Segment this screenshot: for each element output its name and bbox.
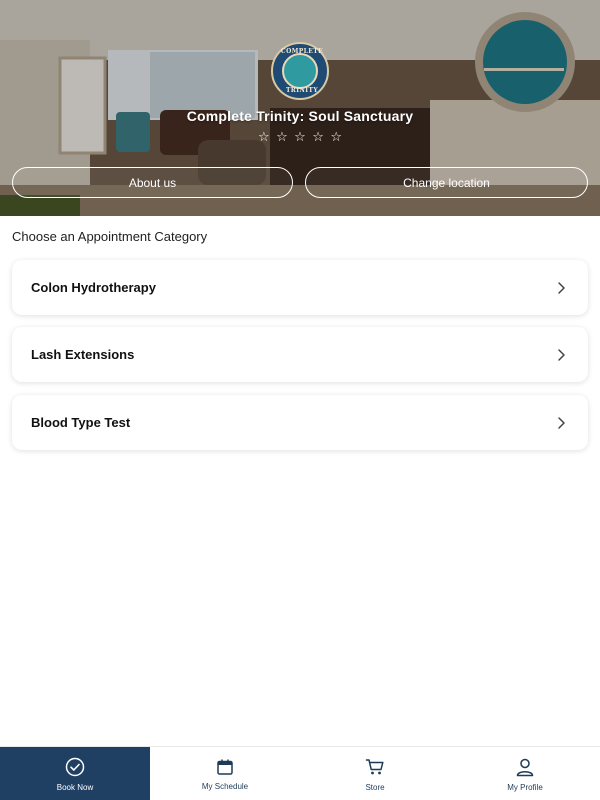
nav-my-schedule[interactable]: My Schedule (150, 747, 300, 800)
star-outline-icon: ☆ (294, 130, 306, 145)
bottom-navigation: Book Now My Schedule Store My Profile (0, 746, 600, 800)
cart-icon (365, 758, 384, 774)
nav-book-now[interactable]: Book Now (0, 747, 150, 800)
category-card-colon-hydrotherapy[interactable]: Colon Hydrotherapy (12, 260, 588, 315)
logo-emblem (282, 53, 318, 89)
logo-text-bottom: TRINITY (285, 87, 319, 94)
star-outline-icon: ☆ (330, 130, 343, 145)
nav-my-profile[interactable]: My Profile (450, 747, 600, 800)
category-label: Blood Type Test (31, 415, 131, 430)
nav-label: My Profile (507, 782, 543, 792)
rating-stars: ☆ ☆ ☆ ☆ ☆ (0, 128, 600, 146)
user-icon (516, 758, 534, 776)
chevron-right-icon (558, 416, 565, 429)
business-name: Complete Trinity: Soul Sanctuary (186, 108, 414, 124)
about-us-button[interactable]: About us (12, 167, 293, 198)
star-outline-icon: ☆ (276, 130, 288, 145)
business-logo: COMPLETE TRINITY (271, 42, 329, 100)
category-label: Lash Extensions (31, 347, 135, 362)
change-location-button[interactable]: Change location (305, 167, 588, 198)
nav-label: Store (365, 782, 385, 792)
category-label: Colon Hydrotherapy (31, 280, 156, 295)
check-circle-icon (65, 757, 85, 776)
section-title: Choose an Appointment Category (12, 229, 208, 244)
star-outline-icon: ☆ (312, 130, 324, 145)
category-card-lash-extensions[interactable]: Lash Extensions (12, 327, 588, 382)
nav-label: Book Now (56, 782, 94, 792)
nav-store[interactable]: Store (300, 747, 450, 800)
star-outline-icon: ☆ (257, 130, 270, 145)
category-card-blood-type-test[interactable]: Blood Type Test (12, 395, 588, 450)
logo-text-top: COMPLETE (280, 48, 324, 55)
chevron-right-icon (558, 348, 565, 361)
nav-label: My Schedule (201, 781, 249, 791)
hero-banner: COMPLETE TRINITY Complete Trinity: Soul … (0, 0, 600, 216)
calendar-icon (217, 759, 233, 775)
chevron-right-icon (558, 281, 565, 294)
